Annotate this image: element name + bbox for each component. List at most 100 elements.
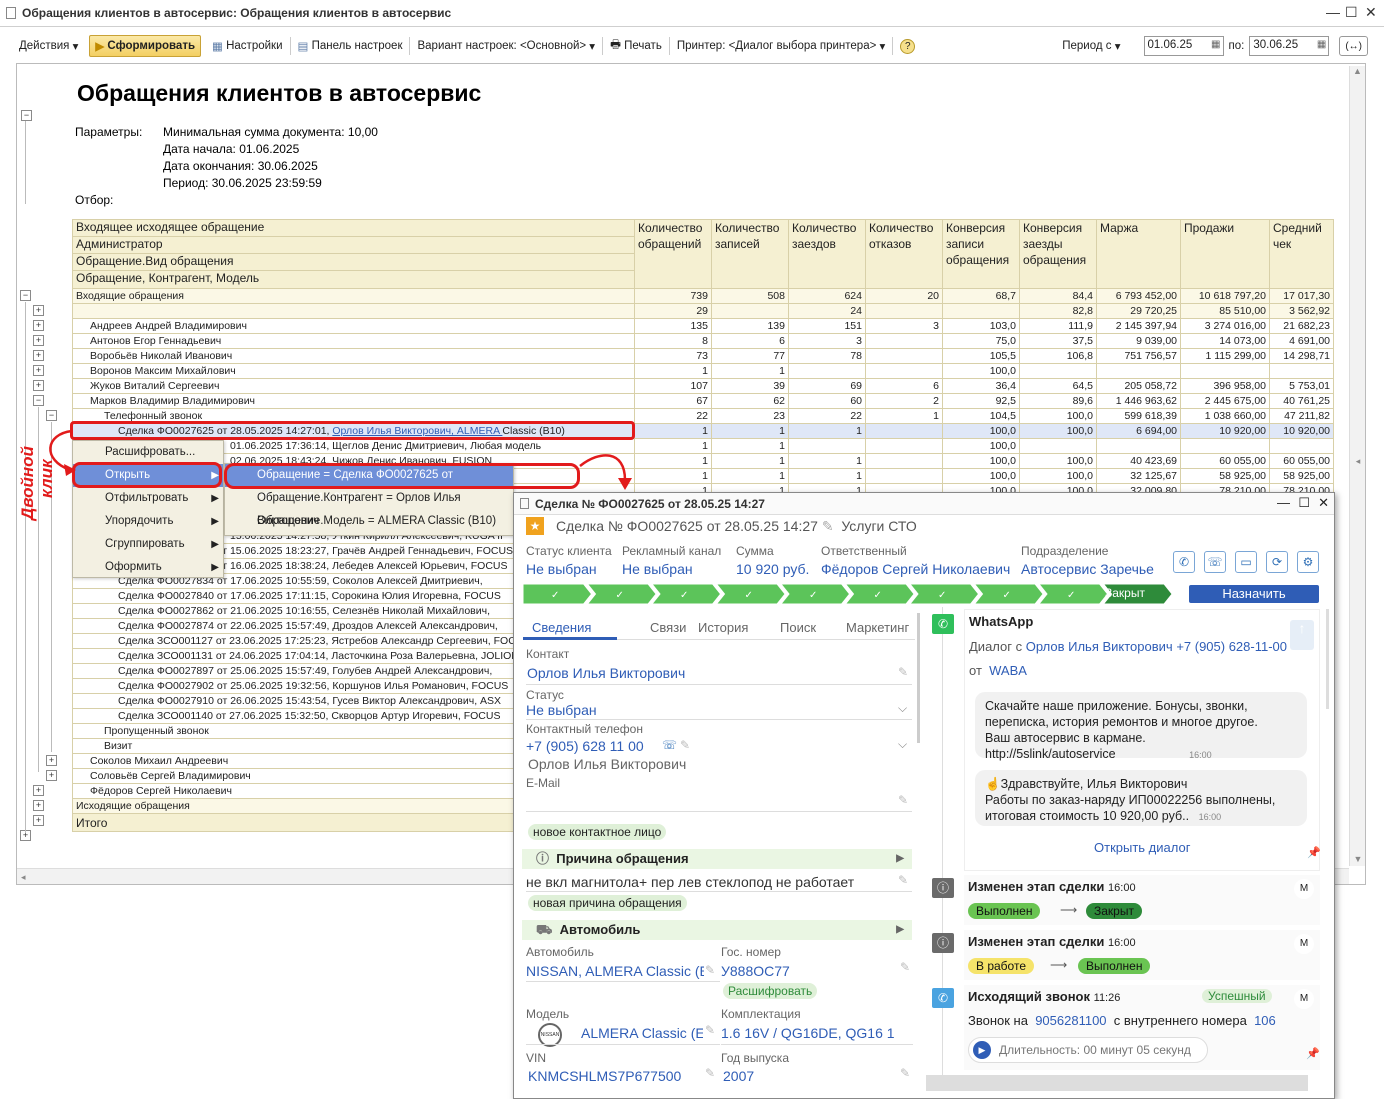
year-value[interactable]: 2007	[723, 1068, 754, 1084]
expand-icon[interactable]: +	[33, 785, 44, 796]
edit-icon[interactable]: ✎	[898, 793, 908, 807]
row-value[interactable]: 151	[788, 318, 866, 334]
star-icon[interactable]: ★	[526, 517, 544, 535]
tab-marketing[interactable]: Маркетинг	[846, 620, 909, 635]
minimize-icon[interactable]: —	[1326, 4, 1340, 20]
row-value[interactable]: 1 446 963,62	[1096, 393, 1181, 409]
menu-item-sort[interactable]: Упорядочить ▶	[73, 510, 223, 533]
row-label[interactable]	[72, 303, 635, 319]
vin-value[interactable]: KNMCSHLMS7P677500	[528, 1068, 681, 1084]
row-value[interactable]: 139	[711, 318, 789, 334]
edit-icon[interactable]: ✎	[900, 1066, 910, 1080]
tab-history[interactable]: История	[698, 620, 748, 635]
row-value[interactable]: 3 274 016,00	[1180, 318, 1270, 334]
row-value[interactable]: 100,0	[942, 453, 1020, 469]
row-value[interactable]: 205 058,72	[1096, 378, 1181, 394]
row-value[interactable]: 64,5	[1019, 378, 1097, 394]
row-value[interactable]: 107	[634, 378, 712, 394]
expand-icon[interactable]: +	[46, 770, 57, 781]
row-value[interactable]: 1 115 299,00	[1180, 348, 1270, 364]
edit-icon[interactable]: ✎	[705, 1066, 715, 1080]
assign-button[interactable]: Назначить	[1189, 585, 1319, 603]
row-value[interactable]: 1	[711, 453, 789, 469]
row-value[interactable]: 24	[788, 303, 866, 319]
row-value[interactable]	[1096, 363, 1181, 379]
settings-button[interactable]: ▦ Настройки	[207, 35, 287, 57]
from-value[interactable]: WABA	[989, 663, 1027, 678]
row-value[interactable]: 100,0	[942, 363, 1020, 379]
row-value[interactable]: 29 720,25	[1096, 303, 1181, 319]
date-to-field[interactable]: 30.06.25 ▦	[1249, 36, 1330, 56]
row-value[interactable]: 100,0	[1019, 453, 1097, 469]
row-value[interactable]: 624	[788, 288, 866, 304]
dialog-contact[interactable]: Орлов Илья Викторович	[1026, 639, 1173, 654]
car-value[interactable]: NISSAN, ALMERA Classic (E	[526, 963, 704, 979]
expand-icon[interactable]: +	[33, 365, 44, 376]
call-ext[interactable]: 106	[1254, 1013, 1276, 1028]
open-dialog-link[interactable]: Открыть диалог	[1094, 840, 1190, 855]
call-in-icon[interactable]: ✆	[1173, 551, 1195, 573]
table-row[interactable]: Входящие обращения 739 508 624 20 68,7 84,4 6 7…	[72, 288, 1334, 304]
reason-section[interactable]: ⓘ Причина обращения ▶	[522, 849, 912, 869]
edit-icon[interactable]: ✎	[822, 518, 834, 534]
status-value[interactable]: Не выбран	[526, 702, 597, 718]
row-value[interactable]: 3 562,92	[1269, 303, 1334, 319]
play-icon[interactable]: ▶	[973, 1041, 991, 1059]
row-value[interactable]: 84,4	[1019, 288, 1097, 304]
stage-progress[interactable]: ✓ ✓ ✓ ✓ ✓ ✓ ✓ ✓ ✓	[523, 584, 1173, 604]
row-value[interactable]	[865, 453, 943, 469]
maximize-icon[interactable]: ☐	[1345, 4, 1358, 21]
row-value[interactable]	[865, 423, 943, 439]
row-value[interactable]	[865, 438, 943, 454]
config-value[interactable]: 1.6 16V / QG16DE, QG16 1	[721, 1025, 901, 1041]
row-label[interactable]: Жуков Виталий Сергеевич	[72, 378, 635, 394]
row-value[interactable]	[942, 303, 1020, 319]
row-value[interactable]	[711, 303, 789, 319]
row-value[interactable]: 1	[711, 363, 789, 379]
expand-icon[interactable]: +	[33, 815, 44, 826]
period-select-button[interactable]: (↔)	[1339, 36, 1368, 56]
ad-channel-value[interactable]: Не выбран	[622, 561, 693, 577]
chevron-down-icon[interactable]: ⌵	[898, 737, 907, 752]
row-value[interactable]: 104,5	[942, 408, 1020, 424]
plate-value[interactable]: У888ОС77	[721, 963, 790, 979]
table-row[interactable]: Марков Владимир Владимирович 67 62 60 2 92,5 8…	[72, 393, 1334, 409]
chat-icon[interactable]: ▭	[1235, 551, 1257, 573]
row-value[interactable]: 135	[634, 318, 712, 334]
row-label[interactable]: Антонов Егор Геннадьевич	[72, 333, 635, 349]
tab-details[interactable]: Сведения	[532, 620, 591, 635]
row-value[interactable]: 10 618 797,20	[1180, 288, 1270, 304]
row-label[interactable]: Входящие обращения	[72, 288, 635, 304]
row-value[interactable]: 2	[865, 393, 943, 409]
expand-icon[interactable]: +	[33, 350, 44, 361]
row-value[interactable]: 23	[711, 408, 789, 424]
chevron-down-icon[interactable]: ⌵	[898, 701, 907, 716]
row-value[interactable]: 89,6	[1019, 393, 1097, 409]
menu-item-format[interactable]: Оформить ▶	[73, 556, 223, 579]
row-value[interactable]: 100,0	[1019, 468, 1097, 484]
row-value[interactable]: 58 925,00	[1269, 468, 1334, 484]
table-row[interactable]: 29 24 82,8 29 720,25 85 510,00 3 562,92	[72, 303, 1334, 319]
edit-icon[interactable]: ✎	[898, 665, 908, 679]
row-value[interactable]: 73	[634, 348, 712, 364]
collapse-icon[interactable]: −	[20, 290, 31, 301]
expand-icon[interactable]: +	[33, 305, 44, 316]
row-value[interactable]: 60 055,00	[1269, 453, 1334, 469]
phone-icon[interactable]: ☏	[1204, 551, 1226, 573]
row-value[interactable]: 100,0	[1019, 423, 1097, 439]
row-value[interactable]	[1180, 438, 1270, 454]
row-value[interactable]: 60	[788, 393, 866, 409]
row-value[interactable]: 111,9	[1019, 318, 1097, 334]
row-value[interactable]: 105,5	[942, 348, 1020, 364]
expand-icon[interactable]: +	[33, 320, 44, 331]
row-label[interactable]: Андреев Андрей Владимирович	[72, 318, 635, 334]
pin-icon[interactable]: 📌	[1307, 846, 1321, 859]
row-value[interactable]: 85 510,00	[1180, 303, 1270, 319]
decode-chip[interactable]: Расшифровать	[723, 983, 818, 999]
row-value[interactable]: 40 761,25	[1269, 393, 1334, 409]
row-value[interactable]: 1 038 660,00	[1180, 408, 1270, 424]
submenu-item-model[interactable]: Обращение.Модель = ALMERA Classic (B10)	[225, 510, 513, 533]
feed-horizontal-scrollbar[interactable]	[926, 1075, 1308, 1091]
pin-icon[interactable]: 📌	[1306, 1047, 1320, 1060]
row-value[interactable]: 100,0	[1019, 408, 1097, 424]
